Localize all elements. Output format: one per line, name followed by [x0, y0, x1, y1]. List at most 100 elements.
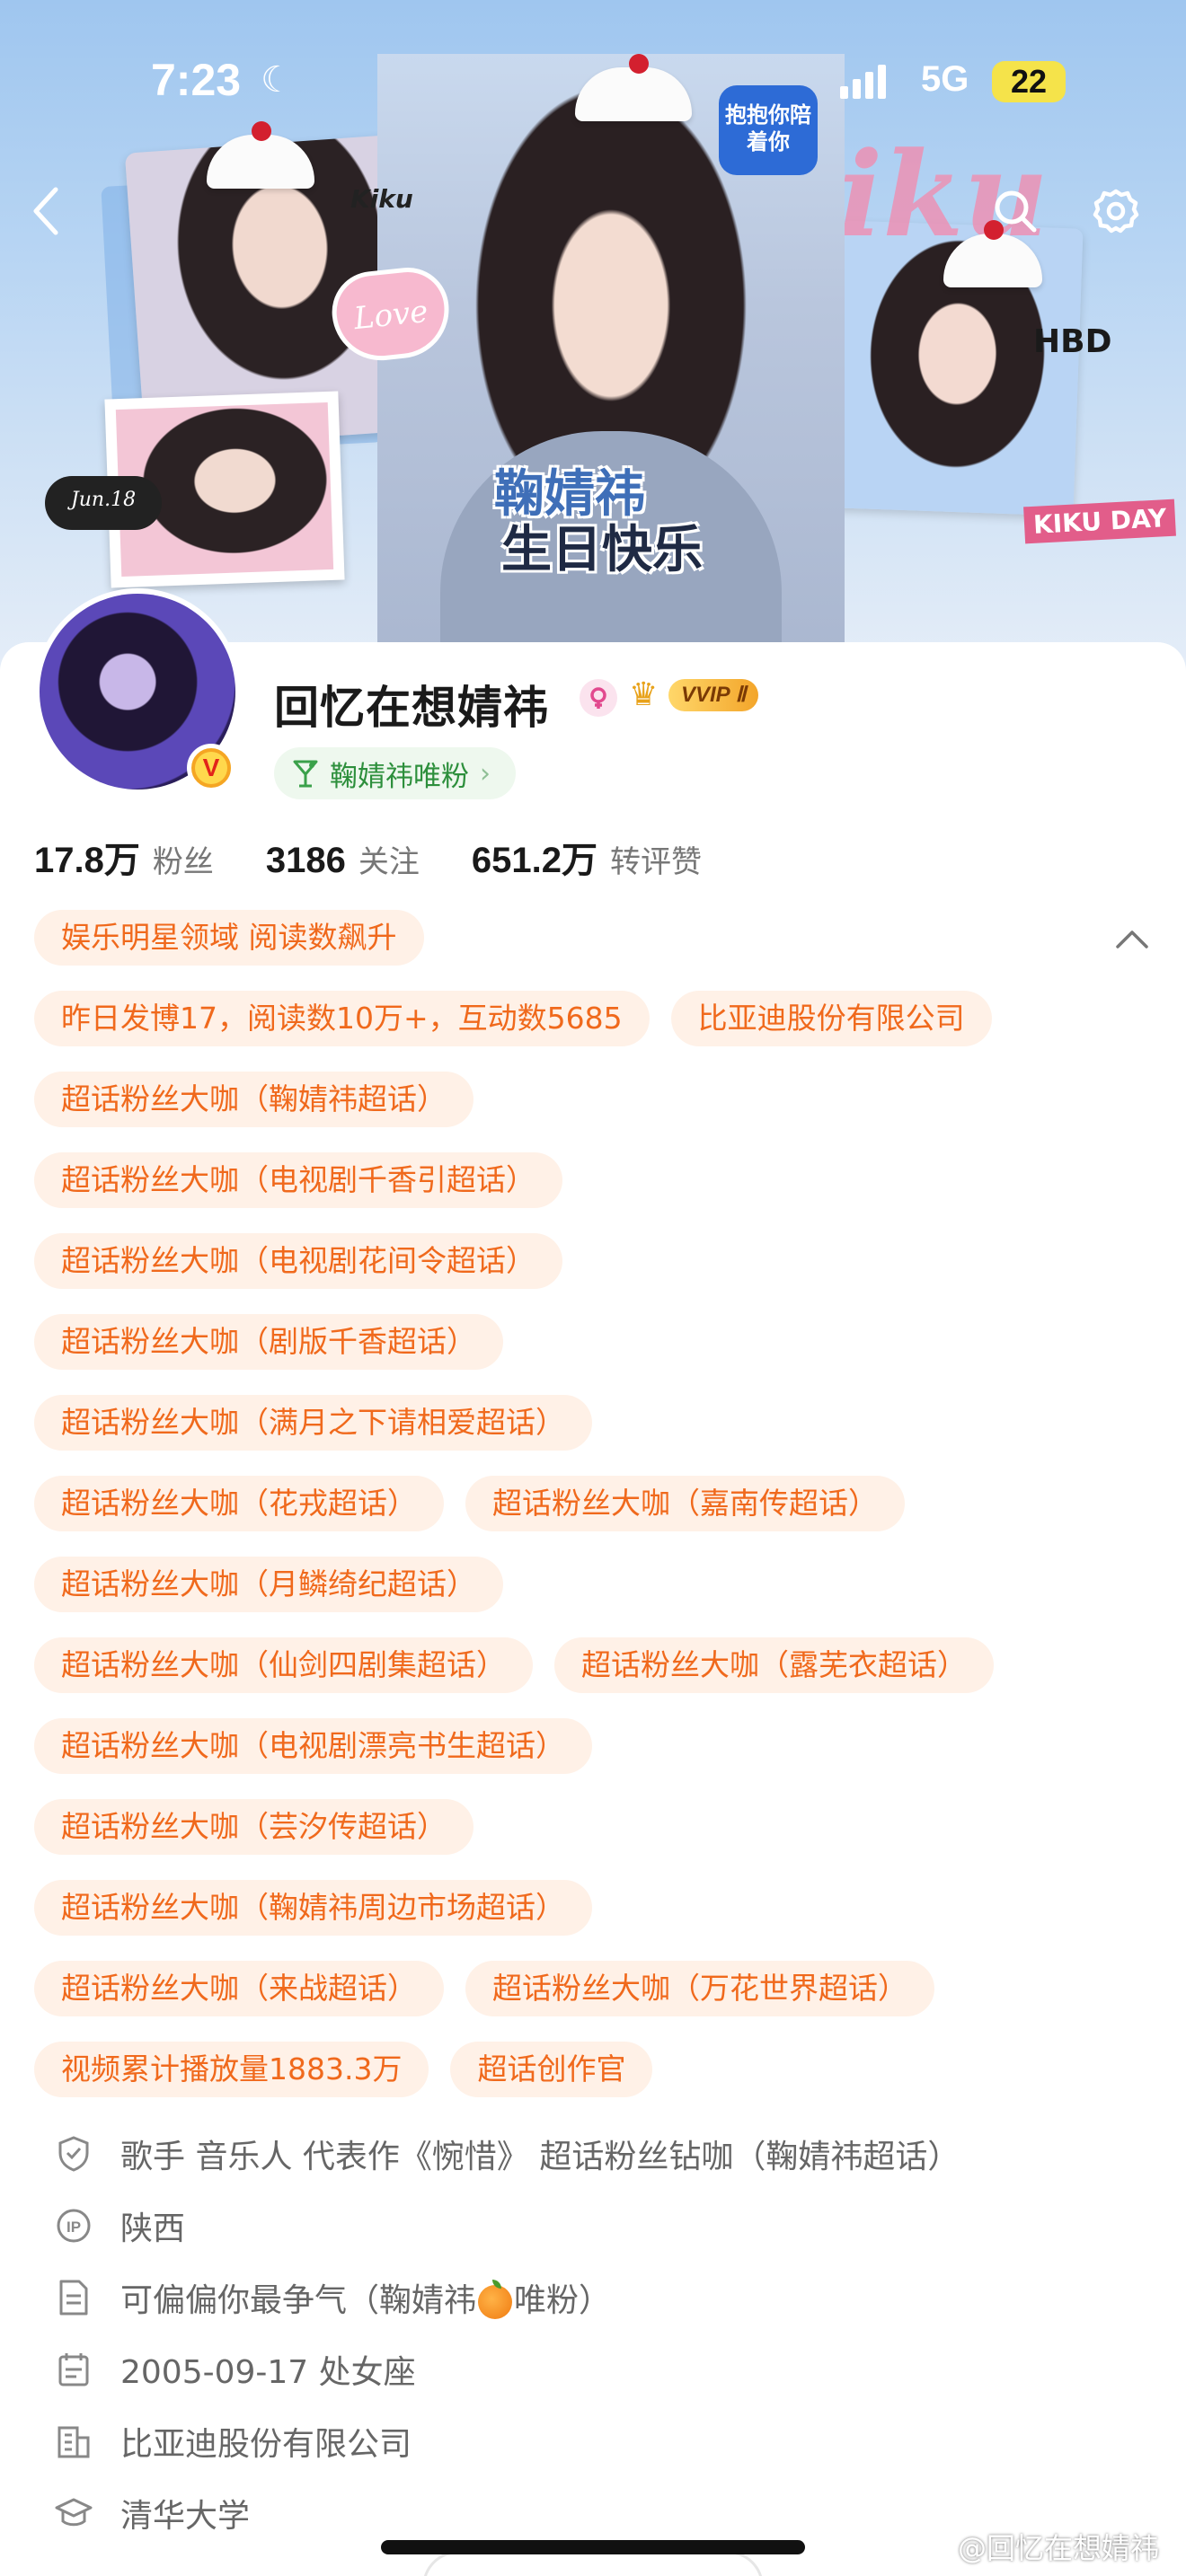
tag-row: 超话粉丝大咖（电视剧漂亮书生超话）: [34, 1718, 1148, 1774]
profile-tag[interactable]: 超话粉丝大咖（电视剧千香引超话）: [34, 1152, 562, 1208]
chevron-right-icon: ›: [480, 757, 491, 790]
female-icon: [580, 679, 617, 717]
shield-icon: [54, 2134, 93, 2174]
moon-icon: ☾: [261, 59, 293, 101]
banner-date-badge: Jun.18: [45, 476, 162, 530]
tag-row: 超话粉丝大咖（鞠婧祎周边市场超话）: [34, 1880, 1148, 1936]
profile-tag[interactable]: 超话粉丝大咖（仙剑四剧集超话）: [34, 1637, 533, 1693]
verification-text: 歌手 音乐人 代表作《惋惜》 超话粉丝钻咖（鞠婧祎超话）: [120, 2139, 960, 2175]
profile-tag[interactable]: 超话粉丝大咖（月鳞绮纪超话）: [34, 1557, 503, 1612]
watermark: @回忆在想婧祎: [916, 2526, 1159, 2567]
likes-label: 转评赞: [609, 844, 702, 880]
profile-tag[interactable]: 比亚迪股份有限公司: [670, 991, 992, 1046]
tag-row: 超话粉丝大咖（满月之下请相爱超话）: [34, 1395, 1148, 1451]
status-time: 7:23: [151, 55, 242, 105]
ip-icon: IP: [54, 2206, 93, 2245]
tag-row: 超话粉丝大咖（电视剧花间令超话）: [34, 1233, 1148, 1289]
fan-tag-button[interactable]: 鞠婧祎唯粉 ›: [274, 747, 516, 799]
vip-label: VVIP Ⅱ: [668, 679, 759, 711]
chevron-up-icon: [1116, 931, 1148, 948]
profile-tag[interactable]: 超话粉丝大咖（花戎超话）: [34, 1476, 444, 1531]
following-count[interactable]: 3186: [266, 841, 346, 881]
watermark-text: @回忆在想婧祎: [958, 2531, 1160, 2565]
profile-tag[interactable]: 超话粉丝大咖（电视剧漂亮书生超话）: [34, 1718, 592, 1774]
weibo-icon: [917, 2535, 951, 2561]
info-birthday-row: 2005-09-17 处女座: [54, 2333, 1150, 2405]
tag-row: 昨日发博17，阅读数10万+，互动数5685 比亚迪股份有限公司: [34, 991, 1148, 1046]
collapse-tags-button[interactable]: [1112, 923, 1152, 956]
profile-tag[interactable]: 超话创作官: [450, 2042, 653, 2097]
bottom-sheet-edge: [422, 2551, 764, 2576]
username: 回忆在想婧祎: [274, 682, 549, 734]
banner-kiku-label: Kiku: [350, 184, 413, 214]
info-company-row: 比亚迪股份有限公司: [54, 2405, 1150, 2477]
profile-tag[interactable]: 超话粉丝大咖（露芜衣超话）: [554, 1637, 994, 1693]
banner-title-line1: 鞠婧祎: [494, 465, 645, 524]
banner-hbd-label: HBD: [1033, 323, 1112, 360]
profile-tag[interactable]: 超话粉丝大咖（鞠婧祎周边市场超话）: [34, 1880, 592, 1936]
info-ip-row: IP 陕西: [54, 2190, 1150, 2262]
settings-button[interactable]: [1089, 184, 1143, 238]
search-icon: [995, 190, 1037, 233]
tag-row: 超话粉丝大咖（来战超话） 超话粉丝大咖（万花世界超话）: [34, 1961, 1148, 2016]
info-bio-row: 可偏偏你最争气（鞠婧祎 唯粉）: [54, 2262, 1150, 2333]
fan-tag-label: 鞠婧祎唯粉: [330, 760, 469, 793]
profile-tag[interactable]: 超话粉丝大咖（电视剧花间令超话）: [34, 1233, 562, 1289]
signal-icon: [840, 65, 886, 99]
bio-text: 可偏偏你最争气（鞠婧祎 唯粉）: [120, 2280, 612, 2319]
tag-row: 娱乐明星领域 阅读数飙升: [34, 910, 1148, 966]
profile-tag[interactable]: 视频累计播放量1883.3万: [34, 2042, 429, 2097]
profile-tag[interactable]: 超话粉丝大咖（鞠婧祎超话）: [34, 1072, 474, 1127]
home-indicator[interactable]: [381, 2540, 805, 2554]
tag-row: 超话粉丝大咖（电视剧千香引超话）: [34, 1152, 1148, 1208]
search-button[interactable]: [988, 184, 1042, 238]
gear-icon: [1093, 189, 1139, 234]
tag-row: 视频累计播放量1883.3万 超话创作官: [34, 2042, 1148, 2097]
banner-title-line2: 生日快乐: [501, 521, 703, 579]
profile-tag[interactable]: 娱乐明星领域 阅读数飙升: [34, 910, 424, 966]
company-text: 比亚迪股份有限公司: [120, 2426, 412, 2463]
following-label[interactable]: 关注: [358, 837, 420, 881]
crown-icon: ♛: [629, 676, 659, 713]
cocktail-icon: [293, 760, 318, 788]
tag-row: 超话粉丝大咖（月鳞绮纪超话）: [34, 1557, 1148, 1612]
likes-count: 651.2万: [471, 841, 597, 880]
school-text: 清华大学: [120, 2498, 251, 2535]
profile-stats: 17.8万 粉丝 3186 关注 651.2万 转评赞: [34, 831, 754, 883]
profile-tag[interactable]: 超话粉丝大咖（满月之下请相爱超话）: [34, 1395, 592, 1451]
profile-tag[interactable]: 超话粉丝大咖（芸汐传超话）: [34, 1799, 474, 1855]
vip-badge[interactable]: ♛ VVIP Ⅱ: [629, 675, 759, 715]
graduation-cap-icon: [54, 2493, 93, 2533]
building-icon: [54, 2422, 93, 2461]
status-bar: 7:23 ☾ 5G 22: [0, 54, 1186, 117]
tag-row: 超话粉丝大咖（鞠婧祎超话）: [34, 1072, 1148, 1127]
profile-info-list: 歌手 音乐人 代表作《惋惜》 超话粉丝钻咖（鞠婧祎超话） IP 陕西 可偏偏你最…: [54, 2118, 1150, 2549]
svg-text:IP: IP: [66, 2219, 81, 2236]
profile-tag[interactable]: 超话粉丝大咖（来战超话）: [34, 1961, 444, 2016]
banner-kikuday-label: KIKU DAY: [1023, 498, 1177, 544]
birthday-text: 2005-09-17 处女座: [120, 2354, 416, 2391]
tag-row: 超话粉丝大咖（花戎超话） 超话粉丝大咖（嘉南传超话）: [34, 1476, 1148, 1531]
tag-row: 超话粉丝大咖（芸汐传超话）: [34, 1799, 1148, 1855]
orange-emoji-icon: [478, 2280, 513, 2319]
followers-count[interactable]: 17.8万: [34, 831, 140, 883]
document-icon: [54, 2278, 93, 2317]
profile-tag[interactable]: 超话粉丝大咖（万花世界超话）: [465, 1961, 934, 2016]
verified-badge: V: [187, 744, 235, 792]
network-type: 5G: [921, 59, 969, 99]
calendar-icon: [54, 2350, 93, 2389]
ip-location: 陕西: [120, 2210, 186, 2247]
cherry-decoration: [252, 121, 271, 141]
profile-tag[interactable]: 昨日发博17，阅读数10万+，互动数5685: [34, 991, 650, 1046]
tag-row: 超话粉丝大咖（仙剑四剧集超话） 超话粉丝大咖（露芜衣超话）: [34, 1637, 1148, 1693]
banner-birthday-title: 鞠婧祎 生日快乐: [494, 467, 703, 578]
tag-row: 超话粉丝大咖（剧版千香超话）: [34, 1314, 1148, 1370]
back-button[interactable]: [20, 184, 74, 238]
battery-indicator: 22: [992, 61, 1066, 102]
info-verification-row[interactable]: 歌手 音乐人 代表作《惋惜》 超话粉丝钻咖（鞠婧祎超话）: [54, 2118, 1150, 2190]
profile-tag[interactable]: 超话粉丝大咖（嘉南传超话）: [465, 1476, 905, 1531]
profile-tag[interactable]: 超话粉丝大咖（剧版千香超话）: [34, 1314, 503, 1370]
followers-label[interactable]: 粉丝: [153, 837, 214, 881]
back-arrow-icon: [33, 187, 58, 235]
profile-tags: 娱乐明星领域 阅读数飙升昨日发博17，阅读数10万+，互动数5685 比亚迪股份有…: [34, 910, 1148, 2122]
